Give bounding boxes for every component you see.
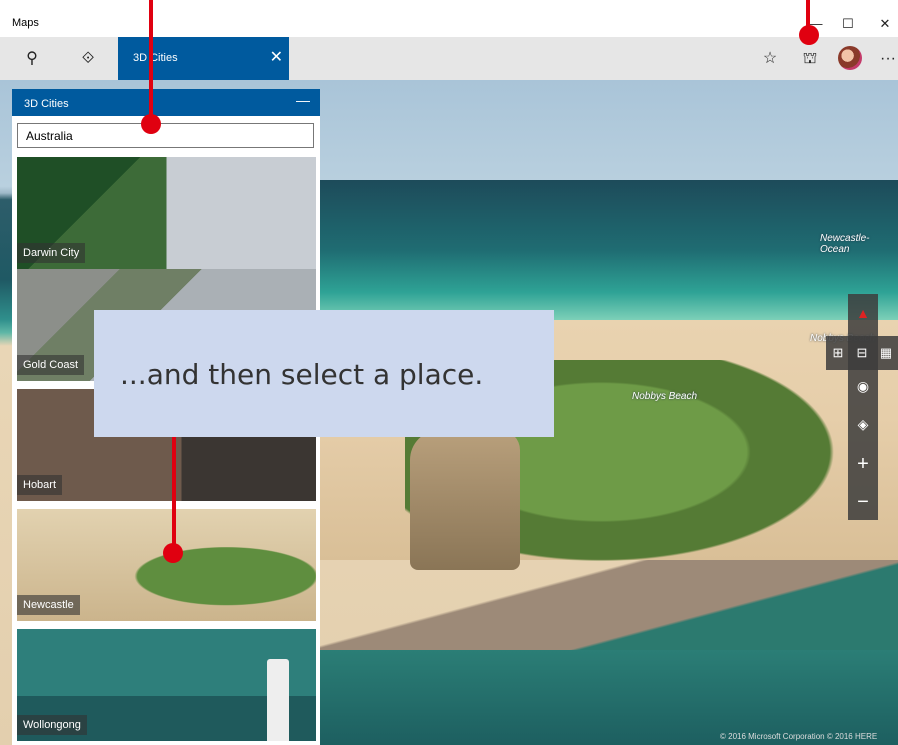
more-options-icon[interactable]: ··· xyxy=(868,37,898,80)
city-card-darwin[interactable]: Darwin City xyxy=(17,157,316,269)
directions-icon[interactable]: ⟐ xyxy=(68,37,108,80)
annotation-dot-place xyxy=(163,543,183,563)
city-label: Gold Coast xyxy=(17,355,85,375)
map-ocean xyxy=(320,180,898,320)
city-label: Darwin City xyxy=(17,243,86,263)
tab-3d-cities[interactable]: 3D Cities ✕ xyxy=(118,37,289,80)
locate-me-icon[interactable]: ◉ xyxy=(848,367,878,405)
top-frame xyxy=(0,0,898,10)
search-icon[interactable]: ⚲ xyxy=(12,37,52,80)
city-label: Newcastle xyxy=(17,595,80,615)
map-copyright: © 2016 Microsoft Corporation © 2016 HERE xyxy=(720,732,878,741)
city-card-newcastle[interactable]: Newcastle xyxy=(17,509,316,621)
close-button[interactable]: ✕ xyxy=(875,14,895,34)
tilt-icon-3[interactable]: ▦ xyxy=(874,336,898,370)
zoom-in-button[interactable]: + xyxy=(848,445,878,483)
tilt-icon-1[interactable]: ⊞ xyxy=(826,336,850,370)
annotation-dot-cities xyxy=(799,25,819,45)
city-label: Wollongong xyxy=(17,715,87,735)
tab-close-icon[interactable]: ✕ xyxy=(270,47,283,67)
instruction-callout: ...and then select a place. xyxy=(94,310,554,437)
lighthouse-image xyxy=(267,659,289,741)
maximize-button[interactable]: ☐ xyxy=(838,14,858,34)
map-sea-bottom xyxy=(320,650,898,745)
tilt-icon-2[interactable]: ⊟ xyxy=(850,336,874,370)
user-avatar[interactable] xyxy=(838,46,862,70)
map-cliff-rock xyxy=(410,430,520,570)
region-search-input[interactable]: Australia xyxy=(17,123,314,148)
favorites-star-icon[interactable]: ☆ xyxy=(750,37,790,80)
map-label-beach-2: Nobbys Beach xyxy=(632,391,698,402)
annotation-line-search xyxy=(149,0,153,118)
city-card-wollongong[interactable]: Wollongong xyxy=(17,629,316,741)
map-layers-icon[interactable]: ◈ xyxy=(848,405,878,443)
annotation-line-place xyxy=(172,437,176,547)
compass-icon[interactable]: ▲ xyxy=(848,294,878,332)
window-title: Maps xyxy=(12,17,39,29)
annotation-dot-search xyxy=(141,114,161,134)
callout-text: ...and then select a place. xyxy=(120,358,484,391)
tab-label: 3D Cities xyxy=(133,52,178,64)
zoom-out-button[interactable]: − xyxy=(848,483,878,521)
title-bar: Maps — ☐ ✕ xyxy=(0,10,898,37)
panel-minimize-icon[interactable]: — xyxy=(296,92,310,108)
city-label: Hobart xyxy=(17,475,63,495)
tilt-controls: ⊞ ⊟ ▦ xyxy=(826,336,898,370)
maps-window: Maps — ☐ ✕ ⚲ ⟐ ☆ ⛫ ··· 3D Cities ✕ Newca… xyxy=(0,0,898,745)
map-label-ocean: Newcastle-Ocean xyxy=(820,233,870,255)
panel-header: 3D Cities — xyxy=(12,89,320,116)
panel-title: 3D Cities xyxy=(24,98,69,110)
